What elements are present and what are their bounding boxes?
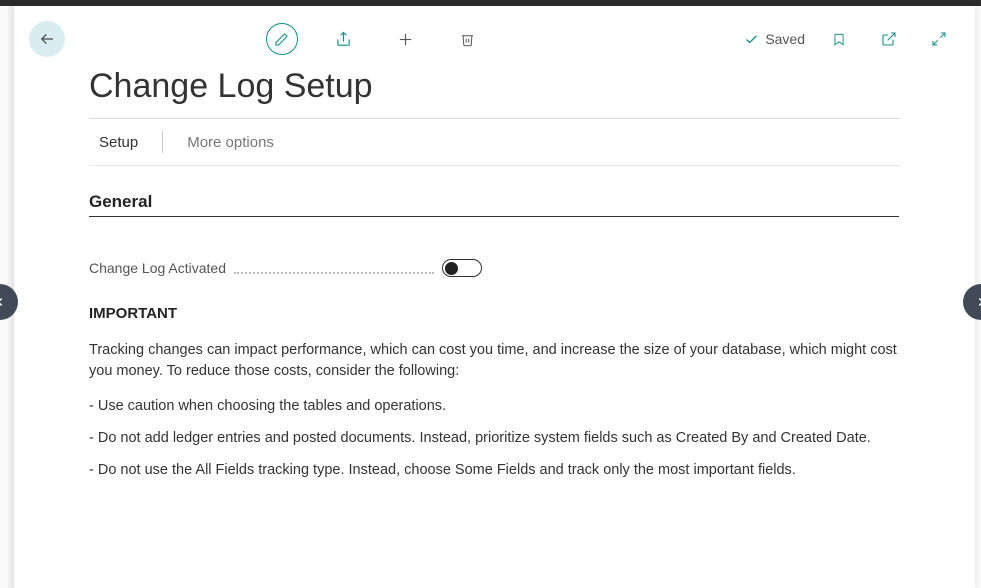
tab-setup[interactable]: Setup bbox=[89, 132, 148, 153]
dotted-leader bbox=[234, 272, 434, 274]
popout-icon bbox=[881, 31, 897, 47]
field-change-log-activated: Change Log Activated bbox=[89, 259, 900, 277]
important-heading: IMPORTANT bbox=[89, 305, 900, 322]
bookmark-icon bbox=[832, 31, 846, 48]
bookmark-button[interactable] bbox=[823, 23, 855, 55]
toolbar-center bbox=[266, 23, 484, 55]
important-bullet-1: - Use caution when choosing the tables a… bbox=[89, 398, 900, 414]
expand-icon bbox=[931, 31, 947, 47]
important-bullet-3: - Do not use the All Fields tracking typ… bbox=[89, 462, 900, 478]
chevron-left-icon bbox=[0, 295, 7, 309]
saved-label: Saved bbox=[765, 31, 805, 47]
saved-indicator: Saved bbox=[744, 31, 805, 47]
important-intro: Tracking changes can impact performance,… bbox=[89, 340, 899, 382]
share-icon bbox=[335, 31, 352, 48]
page-title: Change Log Setup bbox=[89, 67, 900, 106]
new-button[interactable] bbox=[390, 23, 422, 55]
edit-button[interactable] bbox=[266, 23, 298, 55]
expand-button[interactable] bbox=[923, 23, 955, 55]
content: Change Log Setup Setup More options Gene… bbox=[14, 62, 975, 498]
tab-more-options[interactable]: More options bbox=[177, 132, 284, 153]
trash-icon bbox=[460, 31, 475, 48]
section-general-header[interactable]: General bbox=[89, 192, 899, 217]
change-log-activated-toggle[interactable] bbox=[442, 259, 482, 277]
toolbar-right: Saved bbox=[744, 23, 955, 55]
change-log-activated-label: Change Log Activated bbox=[89, 260, 226, 276]
toolbar: Saved bbox=[14, 6, 975, 62]
plus-icon bbox=[397, 31, 414, 48]
popout-button[interactable] bbox=[873, 23, 905, 55]
share-button[interactable] bbox=[328, 23, 360, 55]
check-icon bbox=[744, 32, 759, 47]
tab-divider bbox=[162, 131, 163, 153]
main-panel: Saved Change Log Setup Setup More option… bbox=[14, 6, 975, 588]
back-button[interactable] bbox=[29, 21, 65, 57]
delete-button[interactable] bbox=[452, 23, 484, 55]
pencil-icon bbox=[274, 32, 289, 47]
important-bullet-2: - Do not add ledger entries and posted d… bbox=[89, 430, 900, 446]
chevron-right-icon bbox=[974, 295, 981, 309]
arrow-left-icon bbox=[38, 30, 56, 48]
toggle-knob bbox=[445, 262, 458, 275]
tab-bar: Setup More options bbox=[89, 119, 900, 166]
